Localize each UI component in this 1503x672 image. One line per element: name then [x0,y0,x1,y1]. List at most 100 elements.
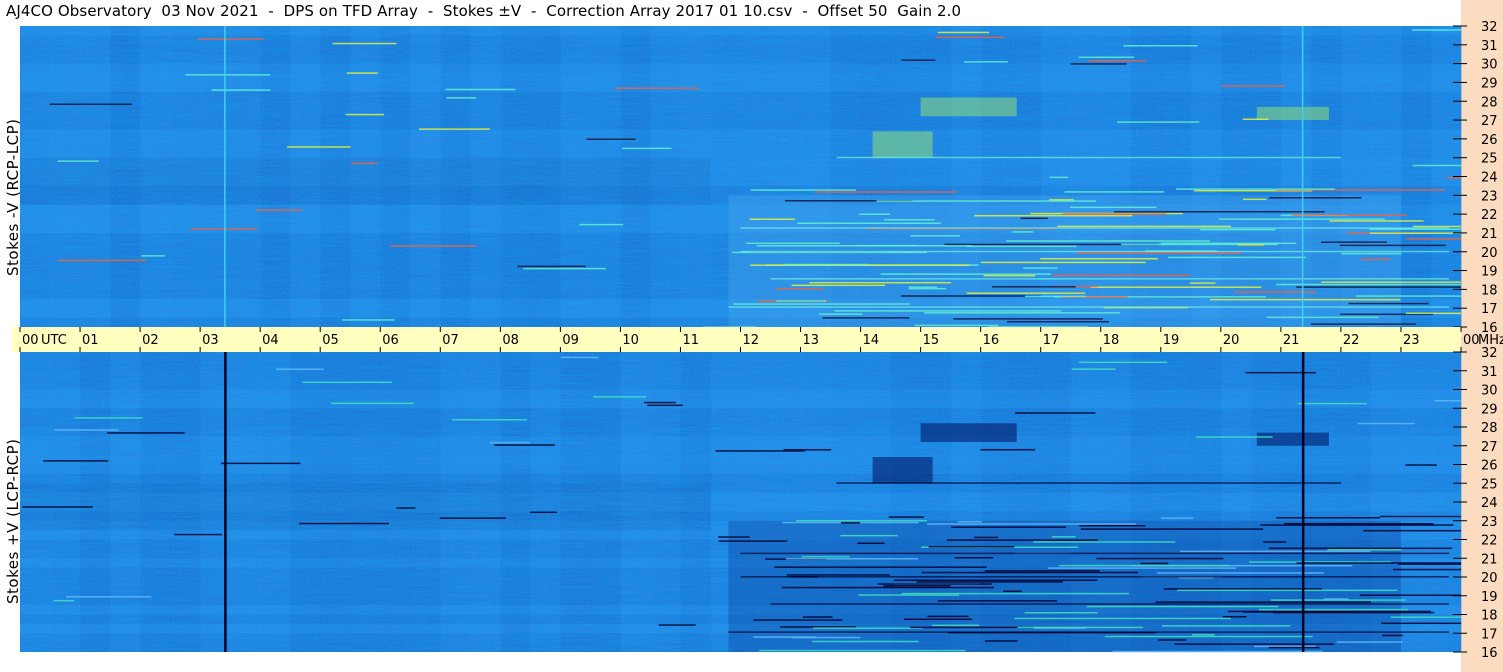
y-tick-label: 29 [1481,76,1498,91]
interference-streak [924,312,1120,314]
interference-streak [346,72,378,74]
interference-streak [984,570,1100,572]
interference-streak [1069,206,1157,209]
interference-streak [1168,256,1306,259]
persistent-line [740,576,1449,578]
interference-streak [489,441,530,444]
interference-streak [351,162,378,165]
interference-streak [1059,564,1230,567]
y-tick-label: 27 [1481,440,1498,455]
interference-streak [856,244,918,247]
interference-streak [1276,517,1380,519]
interference-streak [523,267,606,270]
interference-streak [914,324,999,327]
interference-streak [1227,610,1432,613]
interference-streak [812,640,919,643]
persistent-line [836,482,1341,484]
x-unit-label: UTC [41,333,67,348]
interference-streak [1123,44,1198,47]
interference-streak [1040,257,1158,260]
y-tick-label: 18 [1481,609,1498,624]
emission-patch [920,97,1017,117]
interference-streak [332,42,397,45]
interference-streak [900,295,1042,297]
interference-streak [1012,231,1034,233]
x-tick-label: 06 [382,333,399,348]
interference-streak [883,585,951,587]
interference-streak [1412,225,1461,228]
vertical-marker [1301,352,1305,652]
interference-streak [1234,291,1317,293]
y-tick-label: 27 [1481,114,1498,129]
interference-streak [1064,191,1165,193]
interference-streak [1222,615,1247,618]
interference-streak [74,417,143,419]
interference-streak [1163,588,1322,590]
x-tick-label: 11 [682,333,699,348]
interference-streak [858,594,960,596]
persistent-line [740,250,1449,253]
y-tick-label: 30 [1481,384,1498,399]
interference-streak [658,624,696,626]
interference-streak [908,287,947,290]
y-tick-label: 31 [1481,365,1498,380]
interference-streak [1405,464,1437,466]
interference-streak [593,396,646,398]
interference-streak [57,259,146,262]
interference-streak [1014,617,1231,620]
interference-streak [1412,164,1461,167]
y-tick-label: 18 [1481,283,1498,298]
interference-streak [750,189,857,191]
y-tick-label: 32 [1481,20,1498,35]
interference-streak [893,579,1098,582]
interference-streak [141,255,166,257]
x-tick-label: 08 [502,333,519,348]
x-tick-label: 10 [622,333,639,348]
interference-streak [1406,238,1461,240]
y-tick-label: 31 [1481,39,1498,54]
interference-streak [22,506,93,508]
interference-streak [1200,228,1276,231]
interference-streak [841,522,861,524]
interference-streak [1088,60,1146,62]
interference-streak [1276,283,1461,286]
interference-streak [901,592,1130,595]
interference-streak [1310,323,1416,325]
interference-streak [1398,563,1461,565]
interference-streak [53,429,119,431]
interference-streak [1003,590,1022,592]
interference-streak [255,209,303,211]
interference-streak [1369,232,1461,234]
interference-streak [1379,515,1461,518]
interference-streak [927,523,1137,525]
x-tick-label: 16 [983,333,1000,348]
interference-streak [1176,188,1335,190]
interference-streak [517,265,586,268]
interference-streak [1390,616,1461,618]
persistent-line [728,306,1449,308]
interference-streak [840,534,898,537]
emission-patch [920,423,1017,442]
interference-streak [211,89,271,91]
interference-streak [983,274,1036,277]
interference-streak [439,517,506,519]
interference-streak [1189,282,1216,284]
interference-streak [185,74,271,76]
interference-streak [1116,121,1200,123]
interference-streak [973,536,999,539]
interference-streak [190,227,258,230]
y-tick-label: 21 [1481,227,1498,242]
interference-streak [947,539,1098,541]
interference-streak [1020,217,1048,220]
interference-streak [1221,85,1286,87]
bottom-panel-ylabel: Stokes +V (LCP-RCP) [4,438,22,605]
interference-streak [834,310,1062,312]
time-band-background [12,327,1461,352]
interference-streak [809,281,951,284]
interference-streak [927,615,969,618]
time-axis-band: 00 01 02 03 04 05 06 07 08 09 10 11 12 13 14 15 16 17 18 19… [12,327,1503,352]
interference-streak [53,599,75,602]
interference-streak [774,566,987,568]
top-spectrogram [20,25,1462,328]
interference-streak [759,649,966,652]
